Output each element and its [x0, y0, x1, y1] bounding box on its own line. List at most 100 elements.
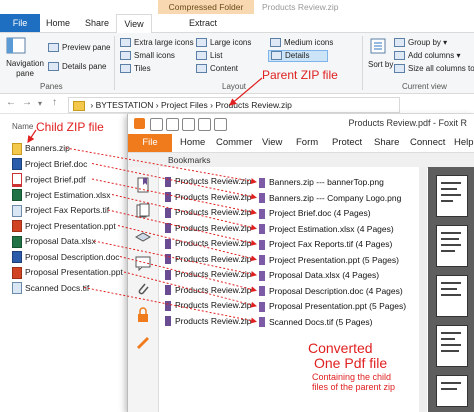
page-thumbnail[interactable]	[436, 275, 468, 317]
group-by-button[interactable]: Group by ▾	[394, 38, 447, 48]
save-icon[interactable]	[166, 118, 179, 131]
foxit-tab-view[interactable]: View	[262, 134, 282, 152]
details-pane-icon	[48, 62, 59, 72]
pages-icon[interactable]	[135, 203, 151, 219]
small-icons-option[interactable]: Small icons	[120, 51, 175, 61]
lock-icon[interactable]	[135, 307, 151, 323]
forward-arrow-icon[interactable]: →	[22, 97, 32, 108]
preview-pane-button[interactable]: Preview pane	[48, 43, 110, 53]
page-thumbnail[interactable]	[436, 325, 468, 367]
bookmark-child-item[interactable]: Banners.zip --- bannerTop.png	[259, 176, 384, 188]
breadcrumb-project-files[interactable]: Project Files	[161, 100, 208, 110]
foxit-tab-form[interactable]: Form	[296, 134, 318, 152]
sort-by-button[interactable]: Sort by	[368, 60, 393, 70]
file-row[interactable]: Banners.zip	[12, 142, 70, 155]
medium-icons-icon	[270, 38, 281, 48]
file-row[interactable]: Proposal Data.xlsx	[12, 235, 96, 248]
bookmark-child-item[interactable]: Proposal Data.xlsx (4 Pages)	[259, 269, 379, 281]
bookmark-parent-item[interactable]: Products Review.zip	[165, 253, 252, 266]
child-zip-arrow	[27, 129, 37, 143]
bookmark-parent-item[interactable]: Products Review.zip	[165, 175, 252, 188]
navigation-pane-button[interactable]: Navigation pane	[4, 59, 46, 79]
file-row[interactable]: Project Brief.doc	[12, 158, 87, 171]
add-columns-button[interactable]: Add columns ▾	[394, 51, 461, 61]
foxit-tab-home[interactable]: Home	[180, 134, 205, 152]
list-option[interactable]: List	[196, 51, 222, 61]
add-columns-icon	[394, 51, 405, 61]
bookmark-flag-icon	[165, 316, 171, 327]
tab-extract[interactable]: Extract	[178, 14, 228, 32]
foxit-logo-icon	[134, 118, 145, 129]
comments-icon[interactable]	[135, 255, 151, 271]
size-columns-button[interactable]: Size all columns to fit	[394, 64, 474, 74]
bookmark-child-item[interactable]: Project Brief.doc (4 Pages)	[259, 207, 371, 219]
tab-view[interactable]: View	[116, 14, 152, 33]
extra-large-icons-label: Extra large icons	[134, 38, 194, 47]
details-pane-button[interactable]: Details pane	[48, 62, 106, 72]
name-column-header[interactable]: Name	[12, 122, 33, 131]
foxit-tab-connect[interactable]: Connect	[410, 134, 445, 152]
foxit-tab-comment[interactable]: Commer	[216, 134, 252, 152]
breadcrumb-separator: ›	[90, 100, 94, 110]
file-row[interactable]: Proposal Description.doc	[12, 251, 120, 264]
up-arrow-icon[interactable]: ↑	[52, 97, 57, 108]
content-label: Content	[210, 64, 239, 73]
file-row[interactable]: Project Brief.pdf	[12, 173, 85, 187]
bookmark-parent-item[interactable]: Products Review.zip	[165, 191, 252, 204]
breadcrumb-bytestation[interactable]: BYTESTATION	[96, 100, 154, 110]
foxit-tab-help[interactable]: Help	[454, 134, 474, 152]
foxit-tab-file[interactable]: File	[128, 134, 172, 152]
file-row[interactable]: Scanned Docs.tif	[12, 282, 89, 295]
tab-home[interactable]: Home	[40, 14, 76, 32]
tiles-option[interactable]: Tiles	[120, 64, 151, 74]
bookmark-parent-item[interactable]: Products Review.zip	[165, 222, 252, 235]
medium-icons-option[interactable]: Medium icons	[270, 38, 333, 48]
bookmark-parent-item[interactable]: Products Review.zip	[165, 284, 252, 297]
bookmark-parent-item[interactable]: Products Review.zip	[165, 237, 252, 250]
bookmark-parent-item[interactable]: Products Review.zip	[165, 268, 252, 281]
bookmark-parent-item[interactable]: Products Review.zip	[165, 299, 252, 312]
attachment-icon[interactable]	[135, 281, 151, 297]
bookmark-child-item[interactable]: Proposal Presentation.ppt (5 Pages)	[259, 300, 406, 312]
print-icon[interactable]	[182, 118, 195, 131]
layers-icon[interactable]	[135, 229, 151, 245]
file-row[interactable]: Project Estimation.xlsx	[12, 189, 111, 202]
page-thumbnail[interactable]	[436, 225, 468, 267]
bookmark-child-item[interactable]: Scanned Docs.tif (5 Pages)	[259, 316, 372, 328]
undo-icon[interactable]	[198, 118, 211, 131]
bookmark-child-item[interactable]: Proposal Description.doc (4 Pages)	[259, 285, 403, 297]
back-arrow-icon[interactable]: ←	[6, 97, 16, 108]
group-by-label: Group by	[408, 38, 441, 47]
bookmark-child-item[interactable]: Project Fax Reports.tif (4 Pages)	[259, 238, 392, 250]
file-row[interactable]: Proposal Presentation.ppt	[12, 266, 123, 279]
bookmarks-scrollbar[interactable]	[419, 167, 427, 412]
large-icons-option[interactable]: Large icons	[196, 38, 251, 48]
redo-icon[interactable]	[214, 118, 227, 131]
bookmark-child-item[interactable]: Banners.zip --- Company Logo.png	[259, 192, 401, 204]
signature-icon[interactable]	[135, 333, 151, 349]
content-option[interactable]: Content	[196, 64, 238, 74]
extra-large-icons-option[interactable]: Extra large icons	[120, 38, 194, 48]
address-bar[interactable]: › BYTESTATION › Project Files › Products…	[68, 97, 400, 113]
open-icon[interactable]	[150, 118, 163, 131]
recent-locations-icon[interactable]: ▾	[38, 99, 42, 108]
file-row[interactable]: Project Fax Reports.tif	[12, 204, 109, 217]
bookmark-parent-label: Products Review.zip	[175, 284, 252, 295]
page-thumbnail[interactable]	[436, 175, 468, 217]
bookmark-parent-item[interactable]: Products Review.zip	[165, 206, 252, 219]
file-row[interactable]: Project Presentation.ppt	[12, 220, 116, 233]
bookmark-icon[interactable]	[135, 177, 151, 193]
bookmark-parent-label: Products Review.zip	[175, 222, 252, 233]
navigation-pane-icon	[6, 37, 42, 57]
bookmark-parent-item[interactable]: Products Review.zip	[165, 315, 252, 328]
page-thumbnail[interactable]	[436, 375, 468, 407]
bookmark-child-item[interactable]: Project Presentation.ppt (5 Pages)	[259, 254, 399, 266]
bookmark-child-item[interactable]: Project Estimation.xlsx (4 Pages)	[259, 223, 394, 235]
foxit-tab-protect[interactable]: Protect	[332, 134, 362, 152]
details-option[interactable]: Details	[268, 50, 329, 62]
tab-share[interactable]: Share	[78, 14, 116, 32]
layout-group-label: Layout	[222, 82, 247, 91]
breadcrumb-products-review[interactable]: Products Review.zip	[215, 100, 292, 110]
foxit-tab-share[interactable]: Share	[374, 134, 399, 152]
tab-file[interactable]: File	[0, 14, 40, 32]
